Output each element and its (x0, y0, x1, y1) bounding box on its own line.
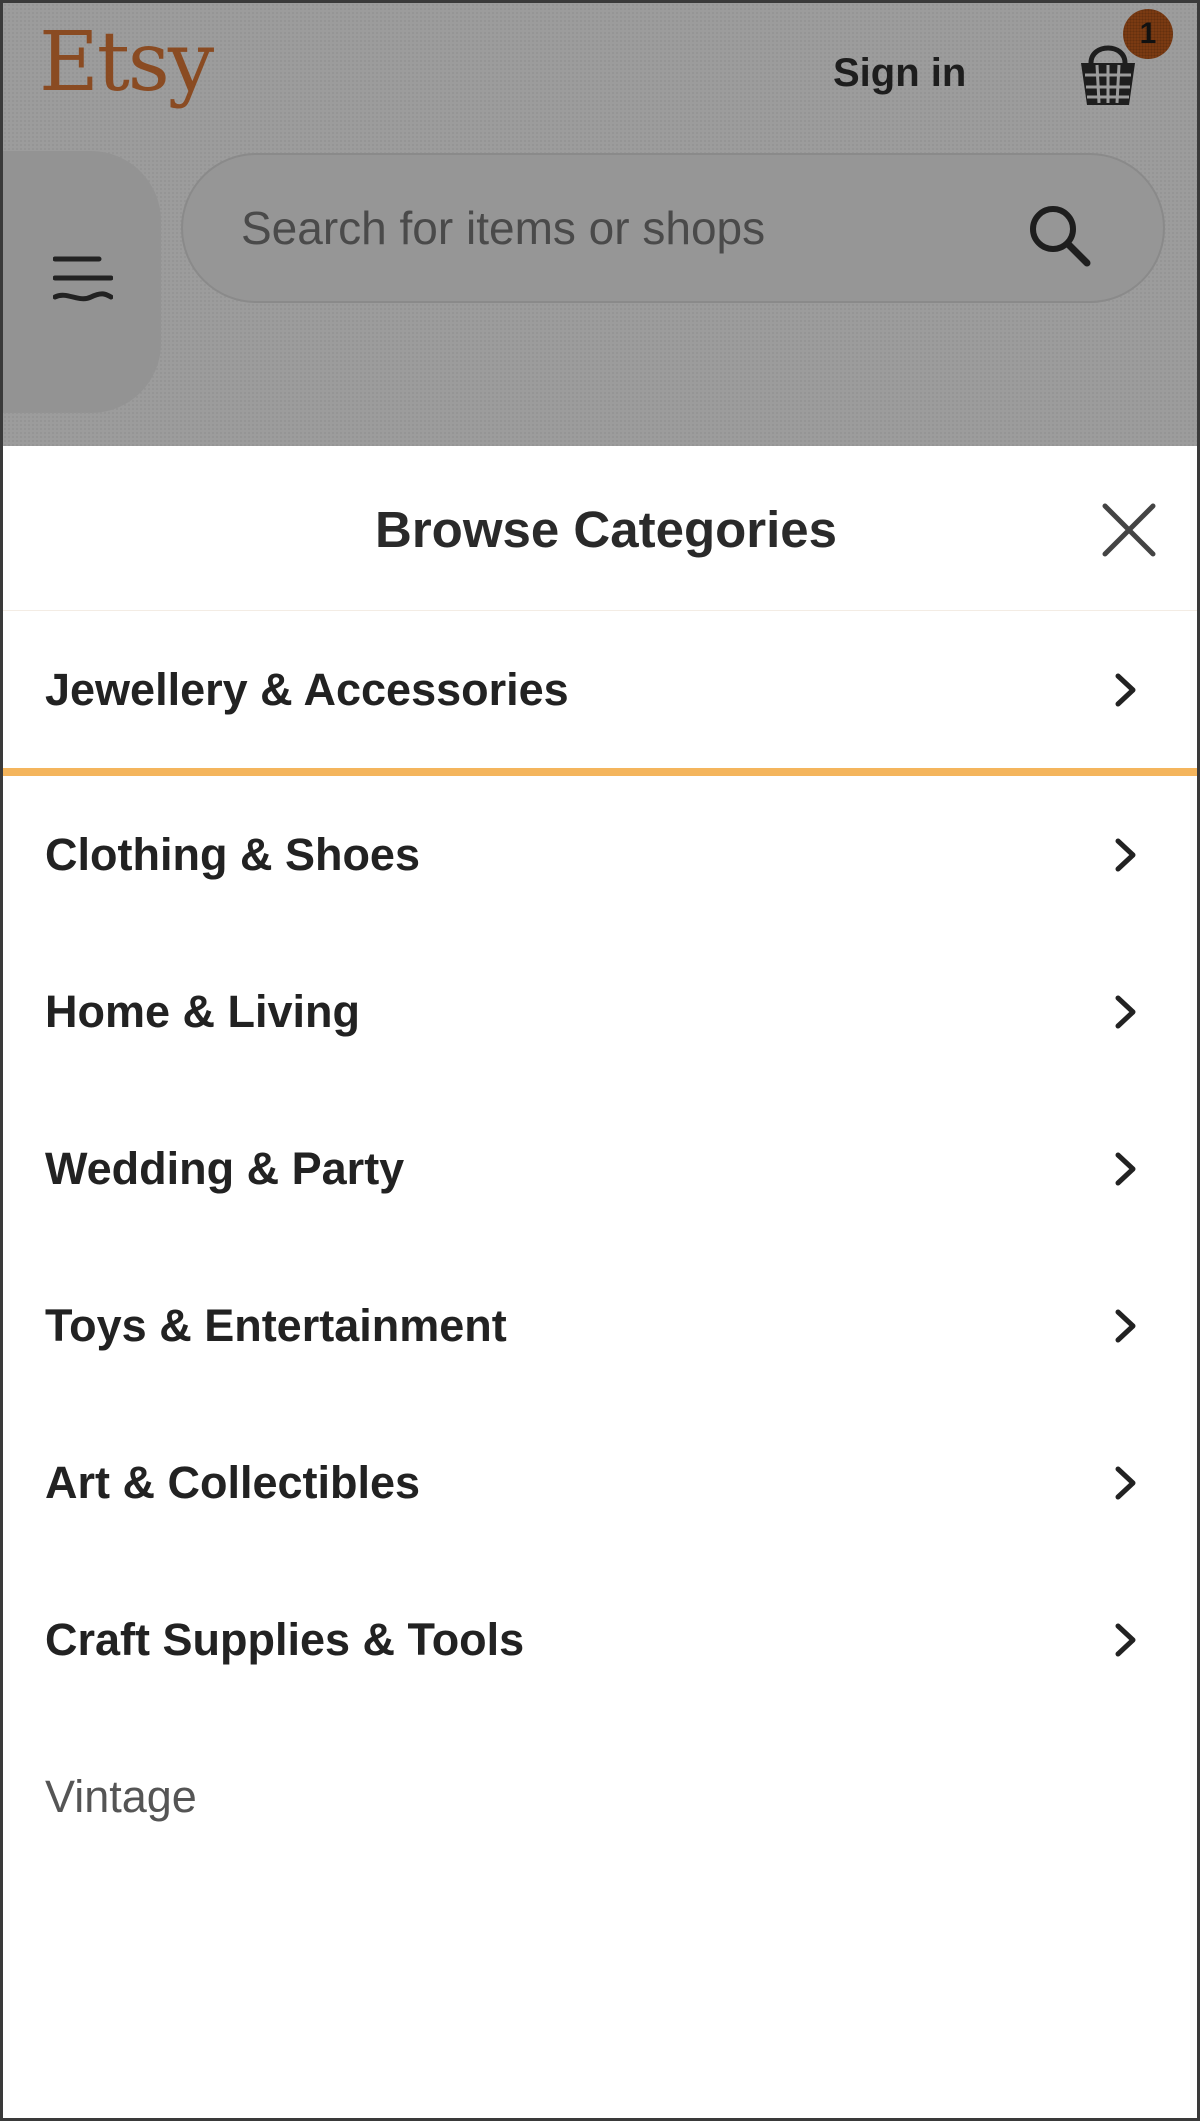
chevron-right-icon (1111, 1147, 1141, 1191)
chevron-right-icon (1111, 990, 1141, 1034)
chevron-right-icon (1111, 1304, 1141, 1348)
category-label: Wedding & Party (45, 1142, 405, 1194)
chevron-right-icon (1111, 1618, 1141, 1662)
cart-count-badge: 1 (1123, 9, 1173, 59)
category-item-art-collectibles[interactable]: Art & Collectibles (3, 1404, 1197, 1561)
chevron-right-icon (1111, 668, 1141, 712)
site-header-overlay: Etsy Sign in 1 (3, 3, 1197, 446)
category-label: Craft Supplies & Tools (45, 1613, 525, 1665)
search-icon[interactable] (1023, 199, 1095, 271)
category-label: Clothing & Shoes (45, 828, 420, 880)
chevron-right-icon (1111, 833, 1141, 877)
category-list: Jewellery & Accessories Clothing & Shoes… (3, 611, 1197, 1875)
category-label: Art & Collectibles (45, 1456, 421, 1508)
close-icon[interactable] (1101, 502, 1157, 558)
search-input[interactable] (241, 195, 1001, 261)
etsy-logo[interactable]: Etsy (39, 15, 214, 110)
category-label: Home & Living (45, 985, 361, 1037)
chevron-right-icon (1111, 1461, 1141, 1505)
category-item-jewellery-accessories[interactable]: Jewellery & Accessories (3, 611, 1197, 776)
category-label: Jewellery & Accessories (45, 663, 569, 715)
panel-title: Browse Categories (375, 501, 837, 558)
browse-categories-header: Browse Categories (3, 446, 1197, 611)
category-item-toys-entertainment[interactable]: Toys & Entertainment (3, 1247, 1197, 1404)
category-item-wedding-party[interactable]: Wedding & Party (3, 1090, 1197, 1247)
app-frame: Etsy Sign in 1 Search for items or shops… (0, 0, 1200, 2121)
category-label: Toys & Entertainment (45, 1299, 507, 1351)
category-item-vintage[interactable]: Vintage (3, 1718, 1197, 1875)
hamburger-menu-icon[interactable] (53, 253, 113, 303)
category-item-clothing-shoes[interactable]: Clothing & Shoes (3, 776, 1197, 933)
category-label: Vintage (45, 1770, 197, 1822)
category-item-craft-supplies-tools[interactable]: Craft Supplies & Tools (3, 1561, 1197, 1718)
search-bar (181, 153, 1165, 303)
category-item-home-living[interactable]: Home & Living (3, 933, 1197, 1090)
sign-in-link[interactable]: Sign in (833, 51, 966, 96)
